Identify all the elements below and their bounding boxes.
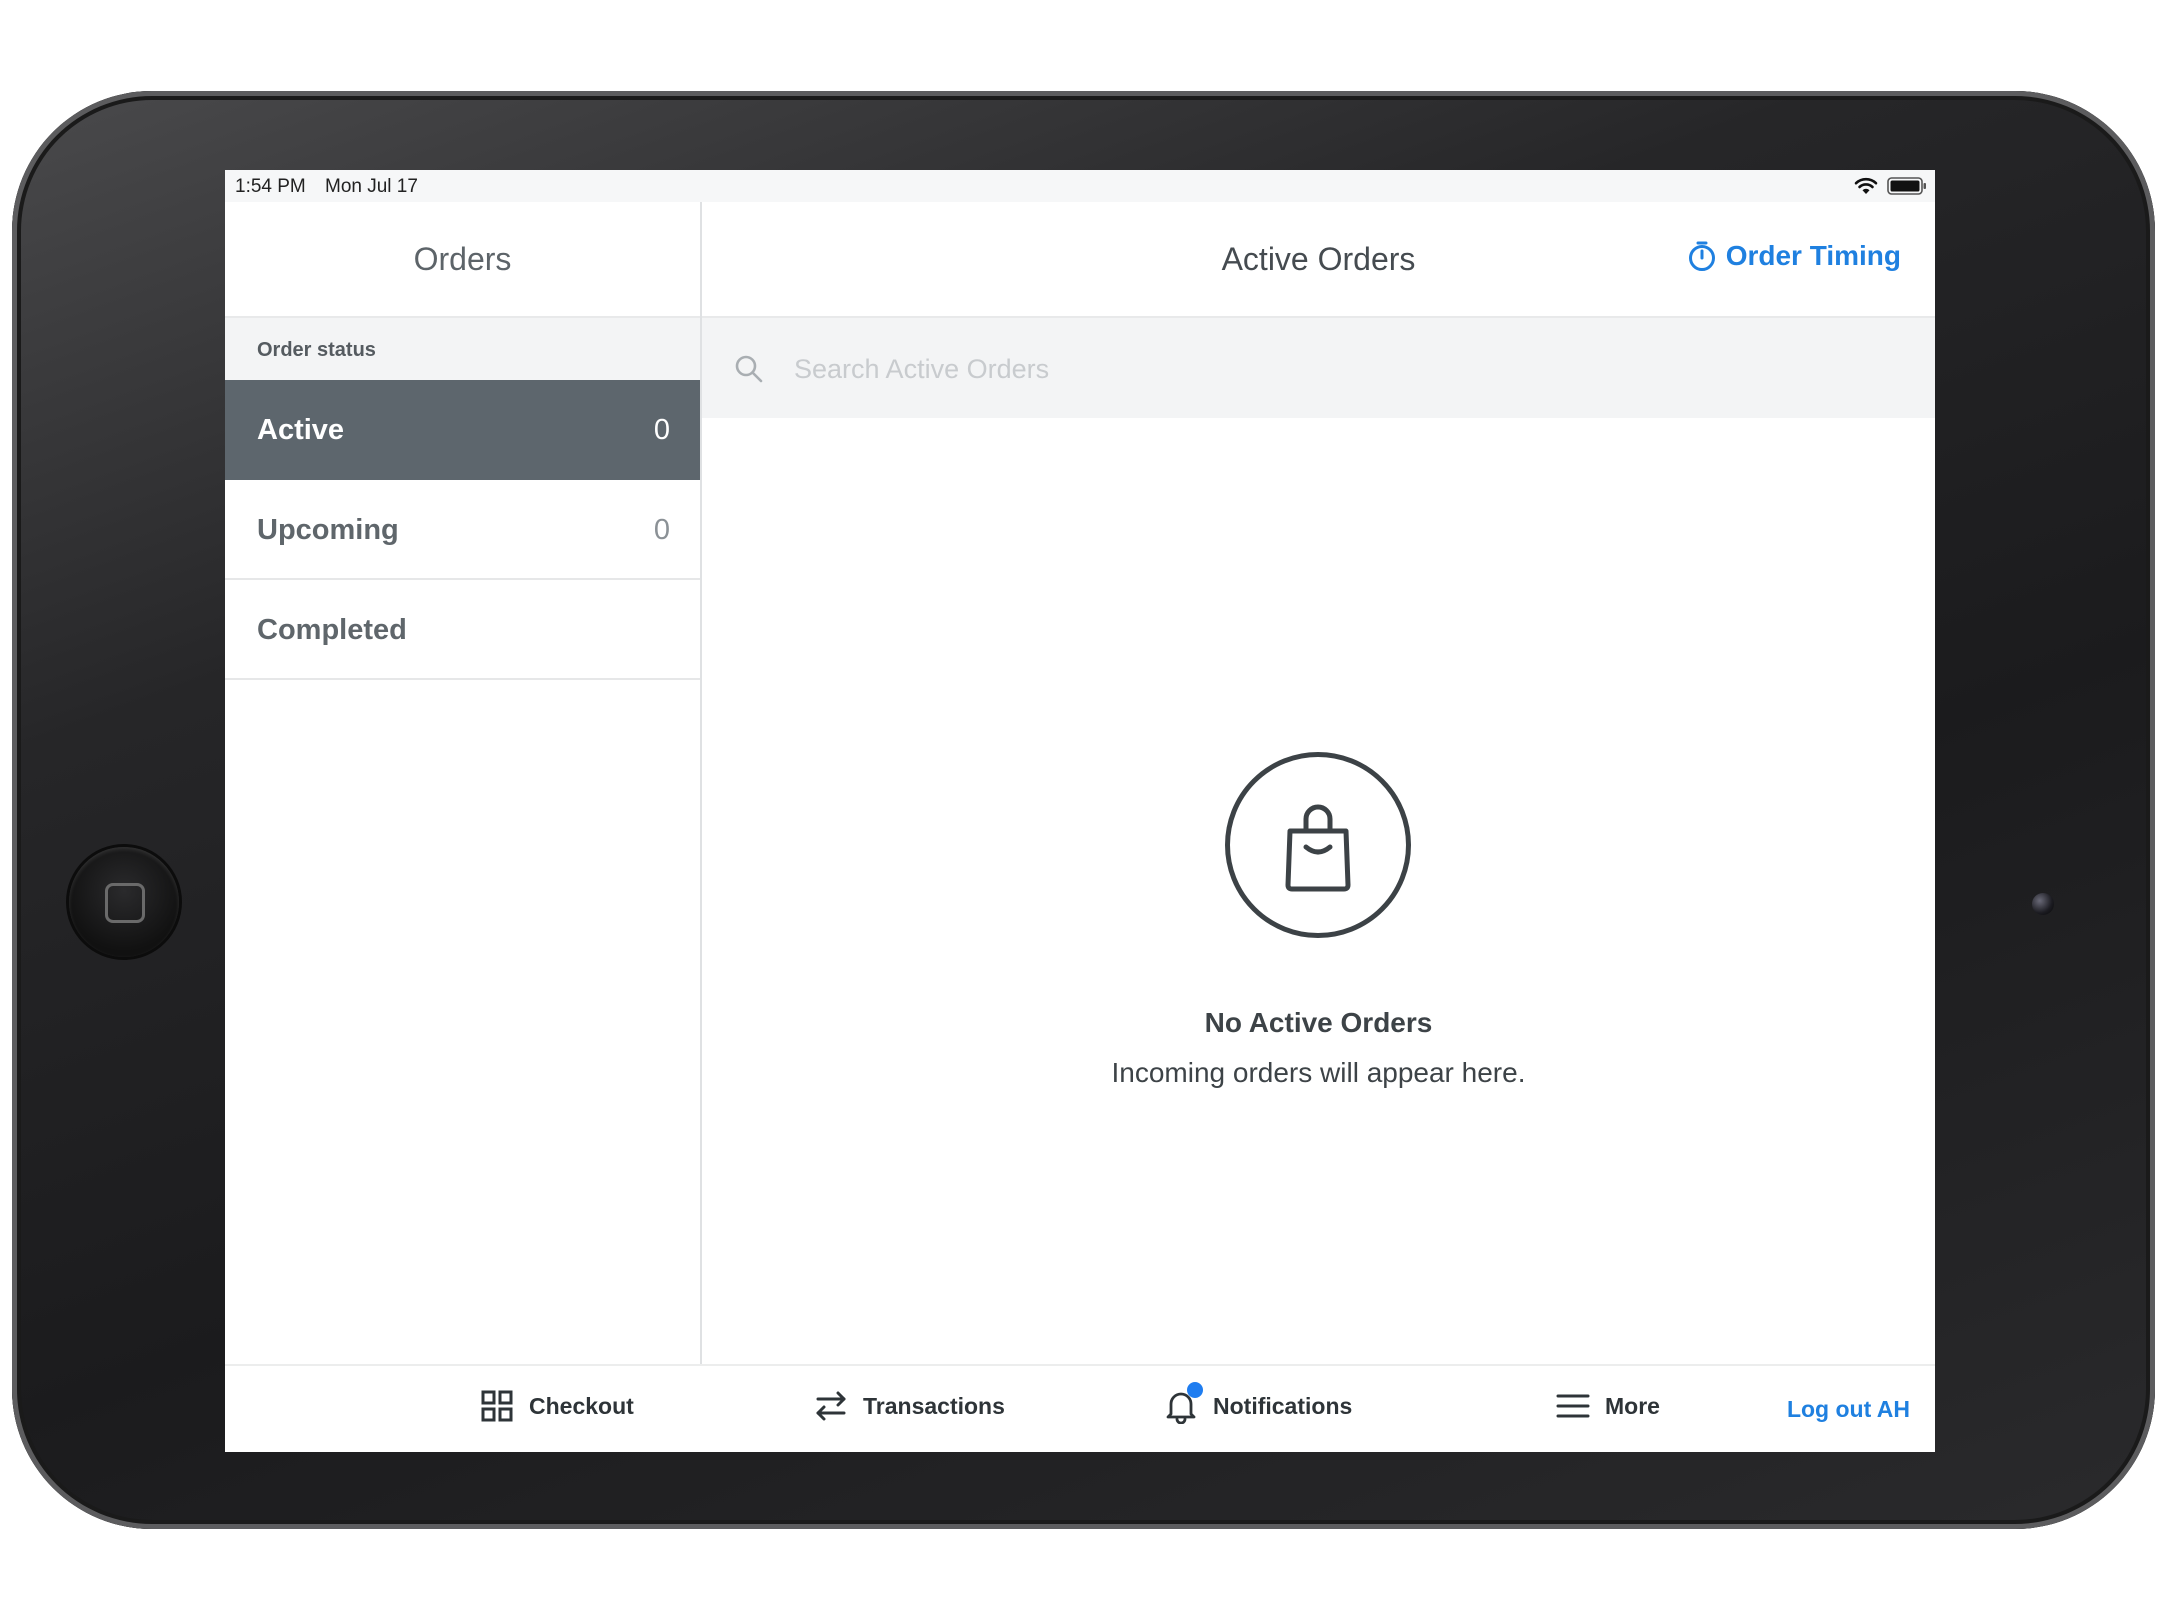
logout-button[interactable]: Log out AH xyxy=(1787,1396,1910,1423)
status-time: 1:54 PM xyxy=(235,176,306,197)
tab-notifications-label: Notifications xyxy=(1213,1392,1353,1419)
tab-transactions-label: Transactions xyxy=(863,1392,1005,1419)
sidebar-item-label: Active xyxy=(257,414,345,446)
stopwatch-icon xyxy=(1688,241,1715,271)
empty-state-title: No Active Orders xyxy=(1204,1007,1433,1038)
search-bar xyxy=(702,318,1935,418)
tab-more[interactable]: More xyxy=(1555,1388,1660,1424)
search-input[interactable] xyxy=(792,343,1896,395)
panel-header: Active Orders Order Timing xyxy=(702,202,1935,318)
home-button[interactable] xyxy=(69,847,179,957)
wifi-icon xyxy=(1854,177,1878,194)
orders-sidebar: Orders Order status Active 0 Upcoming 0 … xyxy=(225,202,702,1364)
order-timing-button[interactable]: Order Timing xyxy=(1686,240,1901,272)
tab-more-label: More xyxy=(1605,1392,1660,1419)
bell-icon-wrapper xyxy=(1163,1382,1203,1425)
home-button-square-icon xyxy=(105,883,145,923)
order-timing-label: Order Timing xyxy=(1725,240,1901,271)
notification-badge-dot xyxy=(1187,1382,1203,1398)
screen: 1:54 PM Mon Jul 17 Orders Order status A… xyxy=(225,170,1935,1452)
sidebar-title: Orders xyxy=(225,202,700,318)
swap-arrows-icon xyxy=(816,1391,846,1421)
tab-checkout[interactable]: Checkout xyxy=(479,1388,634,1424)
empty-state-circle xyxy=(1225,752,1411,938)
sidebar-item-count: 0 xyxy=(653,414,670,446)
tab-notifications[interactable]: Notifications xyxy=(1163,1382,1353,1425)
sidebar-item-count: 0 xyxy=(653,514,670,546)
sidebar-item-label: Upcoming xyxy=(257,514,399,546)
tab-checkout-label: Checkout xyxy=(529,1392,634,1419)
sidebar-item-completed[interactable]: Completed xyxy=(225,580,700,680)
front-camera xyxy=(2032,893,2054,915)
status-date: Mon Jul 17 xyxy=(325,176,418,197)
order-status-section-label: Order status xyxy=(225,318,700,380)
search-icon xyxy=(735,355,763,383)
grid-icon xyxy=(481,1390,513,1422)
tab-transactions[interactable]: Transactions xyxy=(813,1388,1005,1424)
status-bar: 1:54 PM Mon Jul 17 xyxy=(225,170,1935,202)
active-orders-panel: Active Orders Order Timing Search Active… xyxy=(702,202,1935,1364)
battery-icon xyxy=(1887,177,1926,195)
sidebar-item-active[interactable]: Active 0 xyxy=(225,380,700,480)
hamburger-menu-icon xyxy=(1556,1394,1590,1418)
shopping-bag-icon xyxy=(1285,804,1351,892)
sidebar-item-upcoming[interactable]: Upcoming 0 xyxy=(225,480,700,580)
sidebar-item-label: Completed xyxy=(257,614,407,646)
bottom-tab-bar: Checkout Transactions Notifications More… xyxy=(225,1364,1935,1452)
empty-state-subtitle: Incoming orders will appear here. xyxy=(1111,1057,1526,1088)
